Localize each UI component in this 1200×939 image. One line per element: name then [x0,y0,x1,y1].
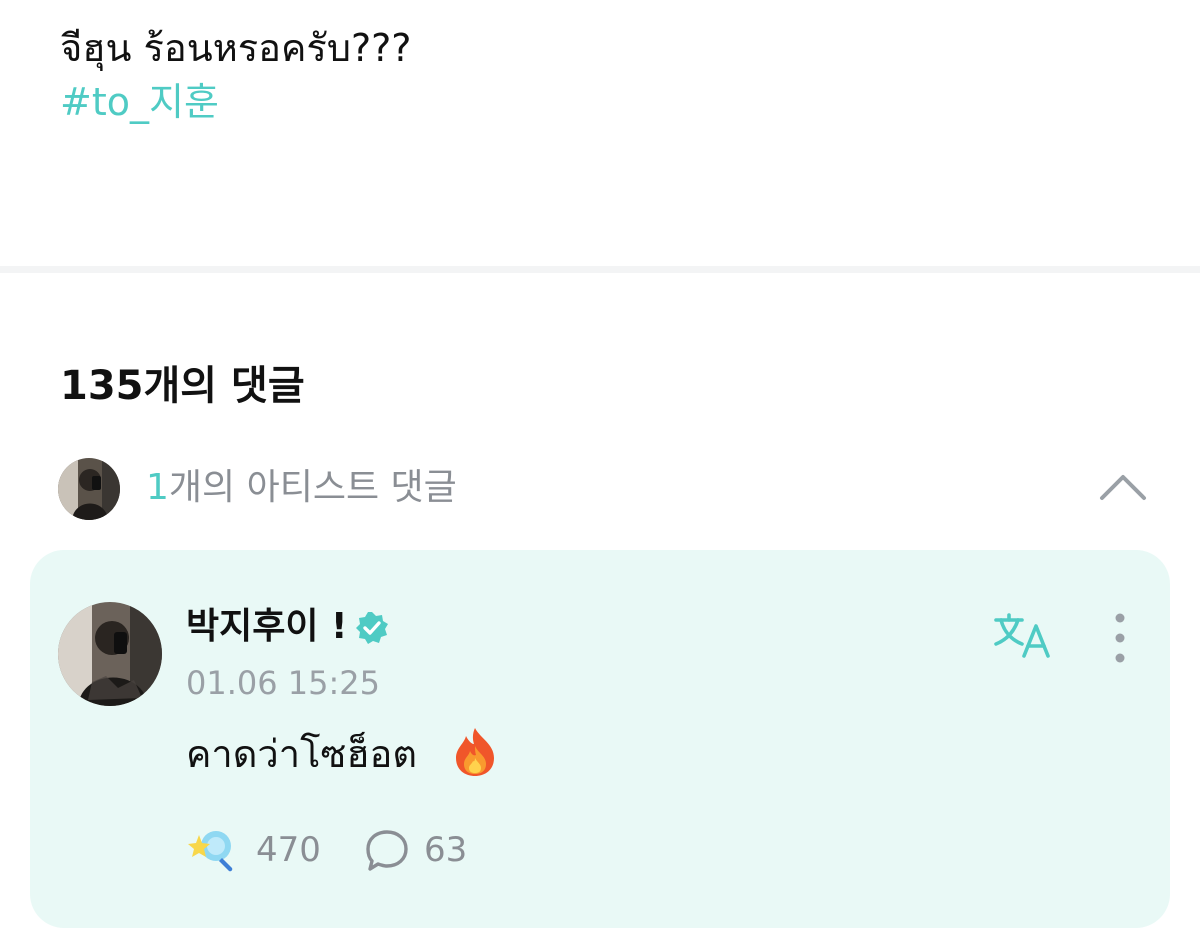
artist-comments-toggle[interactable]: 1개의 아티스트 댓글 [0,452,1200,524]
hashtag-link[interactable]: #to_지훈 [60,74,219,130]
chevron-up-icon[interactable] [1096,466,1150,506]
comment-timestamp: 01.06 15:25 [186,664,380,702]
translate-icon[interactable] [992,612,1054,660]
fire-icon [450,726,500,778]
comment-count-heading: 135개의 댓글 [60,363,305,409]
artist-comments-label: 1개의 아티스트 댓글 [146,460,457,516]
section-divider [0,266,1200,273]
comment-author-avatar[interactable] [58,602,162,706]
reply-icon[interactable] [364,828,410,874]
artist-avatar [58,458,120,520]
more-vertical-icon[interactable] [1106,612,1134,664]
comment-author-name[interactable]: 박지후이 ! [186,602,347,652]
artist-comment-card: 박지후이 ! 01.06 15:25 คาดว่าโซฮ็อต 470 63 [30,550,1170,928]
comment-body: คาดว่าโซฮ็อต [186,732,418,776]
artist-comment-count: 1 [146,467,169,508]
like-lightstick-icon[interactable] [186,826,238,872]
reply-count: 63 [424,830,468,870]
comment-reactions: 470 63 [186,824,586,876]
like-count: 470 [256,830,321,870]
post-text: จีฮุน ร้อนหรอครับ??? [60,26,412,70]
verified-badge-icon [354,610,390,646]
artist-comment-text: 개의 아티스트 댓글 [168,467,457,508]
